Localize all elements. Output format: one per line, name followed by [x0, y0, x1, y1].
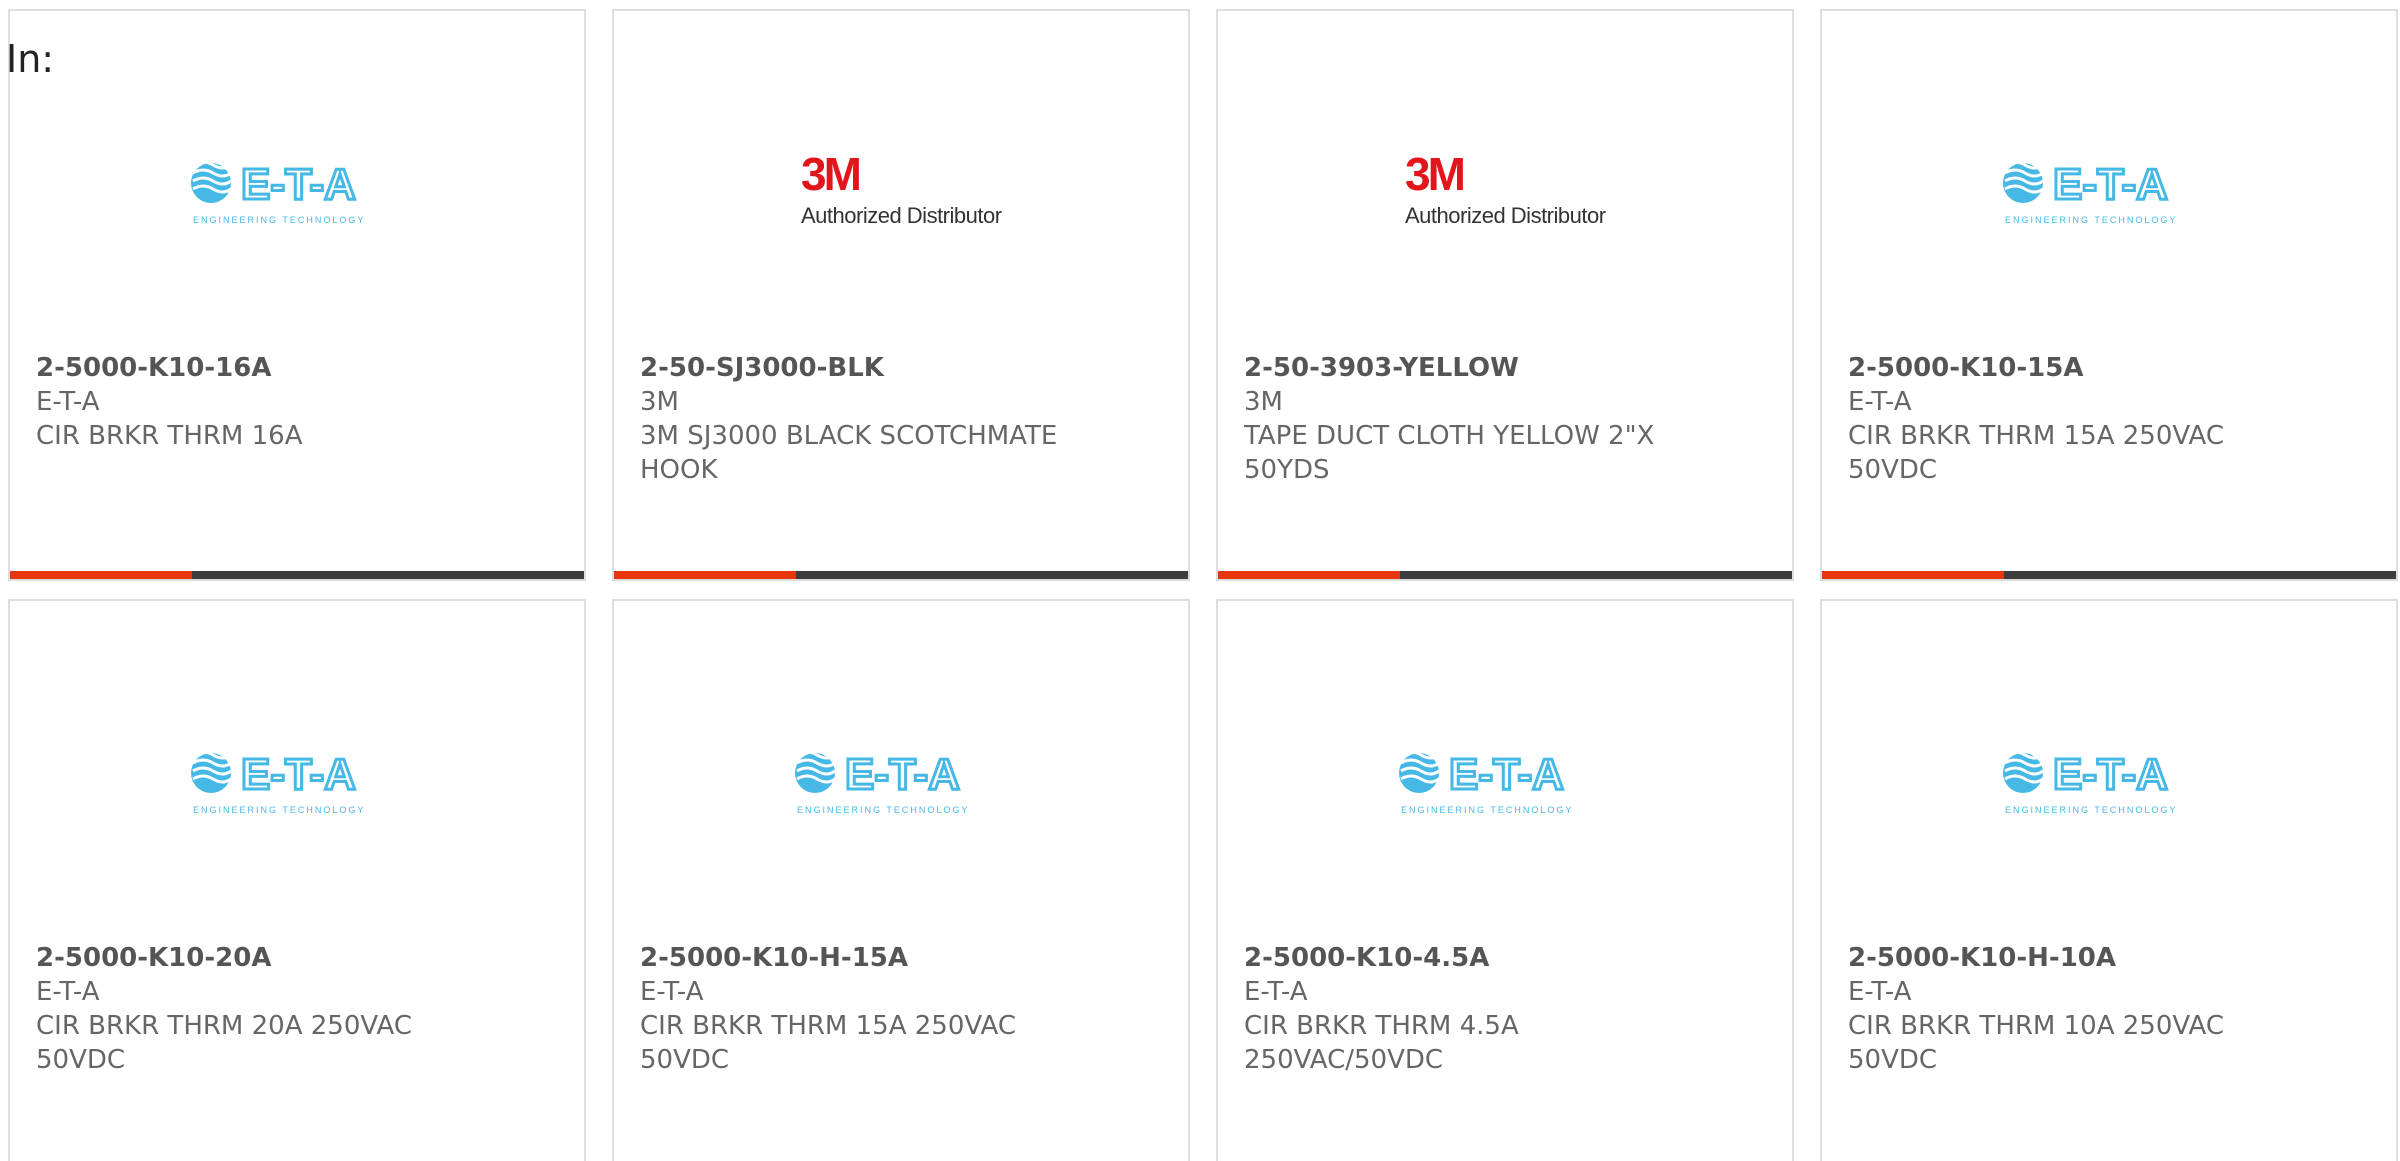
product-card[interactable]: 3M Authorized Distributor 2-50-3903-YELLOW…: [1216, 9, 1794, 581]
eta-logo-icon: E-T-A ENGINEERING TECHNOLOGY: [191, 159, 365, 225]
3m-wordmark: 3M: [1405, 148, 1466, 200]
manufacturer-logo: E-T-A ENGINEERING TECHNOLOGY: [10, 726, 584, 836]
manufacturer-logo: E-T-A ENGINEERING TECHNOLOGY: [1822, 136, 2396, 246]
eta-wordmark: E-T-A: [241, 750, 356, 799]
product-info: 2-5000-K10-4.5A E-T-A CIR BRKR THRM 4.5A 2…: [1244, 941, 1664, 1077]
product-card[interactable]: E-T-A ENGINEERING TECHNOLOGY 2-5000-K10-20…: [8, 599, 586, 1161]
manufacturer-logo: E-T-A ENGINEERING TECHNOLOGY: [1822, 726, 2396, 836]
eta-logo-icon: E-T-A ENGINEERING TECHNOLOGY: [795, 749, 969, 815]
eta-tagline: ENGINEERING TECHNOLOGY: [797, 805, 969, 815]
product-grid-page: In: E-T-A ENGINEERING TECHNOLOGY 2-5000-K1…: [0, 0, 2400, 1161]
product-info: 2-5000-K10-20A E-T-A CIR BRKR THRM 20A 250…: [36, 941, 456, 1077]
eta-logo-icon: E-T-A ENGINEERING TECHNOLOGY: [2003, 749, 2177, 815]
eta-logo-icon: E-T-A ENGINEERING TECHNOLOGY: [2003, 159, 2177, 225]
product-card[interactable]: 3M Authorized Distributor 2-50-SJ3000-BLK 3…: [612, 9, 1190, 581]
product-description: CIR BRKR THRM 15A 250VAC 50VDC: [640, 1011, 1016, 1075]
manufacturer-name: E-T-A: [1848, 387, 1912, 417]
part-number[interactable]: 2-50-3903-YELLOW: [1244, 351, 1664, 385]
card-accent-bar: [10, 571, 584, 579]
3m-wordmark: 3M: [801, 148, 862, 200]
eta-wordmark: E-T-A: [845, 750, 960, 799]
part-number[interactable]: 2-5000-K10-4.5A: [1244, 941, 1664, 975]
eta-wordmark: E-T-A: [241, 160, 356, 209]
product-description: CIR BRKR THRM 10A 250VAC 50VDC: [1848, 1011, 2224, 1075]
accent-bar-dark: [192, 571, 584, 579]
manufacturer-logo: E-T-A ENGINEERING TECHNOLOGY: [10, 136, 584, 246]
product-card[interactable]: E-T-A ENGINEERING TECHNOLOGY 2-5000-K10-4.…: [1216, 599, 1794, 1161]
3m-logo-icon: 3M Authorized Distributor: [1405, 148, 1606, 231]
eta-logo-icon: E-T-A ENGINEERING TECHNOLOGY: [191, 749, 365, 815]
accent-bar-dark: [2004, 571, 2396, 579]
part-number[interactable]: 2-5000-K10-16A: [36, 351, 456, 385]
accent-bar-dark: [1400, 571, 1792, 579]
product-info: 2-5000-K10-16A E-T-A CIR BRKR THRM 16A: [36, 351, 456, 453]
3m-tagline: Authorized Distributor: [1405, 203, 1606, 228]
in-label: In:: [6, 37, 55, 81]
eta-tagline: ENGINEERING TECHNOLOGY: [1401, 805, 1573, 815]
eta-logo-icon: E-T-A ENGINEERING TECHNOLOGY: [1399, 749, 1573, 815]
card-accent-bar: [1218, 571, 1792, 579]
part-number[interactable]: 2-5000-K10-H-10A: [1848, 941, 2268, 975]
product-description: TAPE DUCT CLOTH YELLOW 2"X 50YDS: [1244, 421, 1655, 485]
3m-tagline: Authorized Distributor: [801, 203, 1002, 228]
card-accent-bar: [614, 571, 1188, 579]
manufacturer-name: E-T-A: [36, 977, 100, 1007]
accent-bar-red: [1218, 571, 1400, 579]
manufacturer-name: E-T-A: [36, 387, 100, 417]
product-card[interactable]: E-T-A ENGINEERING TECHNOLOGY 2-5000-K10-H-…: [1820, 599, 2398, 1161]
card-accent-bar: [1822, 571, 2396, 579]
manufacturer-logo: E-T-A ENGINEERING TECHNOLOGY: [614, 726, 1188, 836]
eta-tagline: ENGINEERING TECHNOLOGY: [2005, 215, 2177, 225]
part-number[interactable]: 2-50-SJ3000-BLK: [640, 351, 1060, 385]
eta-wordmark: E-T-A: [1449, 750, 1564, 799]
eta-tagline: ENGINEERING TECHNOLOGY: [2005, 805, 2177, 815]
part-number[interactable]: 2-5000-K10-20A: [36, 941, 456, 975]
product-info: 2-50-3903-YELLOW 3M TAPE DUCT CLOTH YELLOW…: [1244, 351, 1664, 487]
part-number[interactable]: 2-5000-K10-H-15A: [640, 941, 1060, 975]
product-card[interactable]: E-T-A ENGINEERING TECHNOLOGY 2-5000-K10-15…: [1820, 9, 2398, 581]
eta-tagline: ENGINEERING TECHNOLOGY: [193, 215, 365, 225]
product-description: 3M SJ3000 BLACK SCOTCHMATE HOOK: [640, 421, 1058, 485]
product-description: CIR BRKR THRM 16A: [36, 421, 303, 451]
manufacturer-name: E-T-A: [640, 977, 704, 1007]
product-description: CIR BRKR THRM 15A 250VAC 50VDC: [1848, 421, 2224, 485]
manufacturer-name: 3M: [1244, 387, 1283, 417]
manufacturer-logo: 3M Authorized Distributor: [1218, 136, 1792, 246]
accent-bar-red: [1822, 571, 2004, 579]
accent-bar-red: [10, 571, 192, 579]
product-info: 2-5000-K10-H-15A E-T-A CIR BRKR THRM 15A 2…: [640, 941, 1060, 1077]
manufacturer-name: E-T-A: [1848, 977, 1912, 1007]
manufacturer-name: E-T-A: [1244, 977, 1308, 1007]
product-card[interactable]: E-T-A ENGINEERING TECHNOLOGY 2-5000-K10-16…: [8, 9, 586, 581]
accent-bar-red: [614, 571, 796, 579]
product-info: 2-50-SJ3000-BLK 3M 3M SJ3000 BLACK SCOTCHM…: [640, 351, 1060, 487]
eta-wordmark: E-T-A: [2053, 160, 2168, 209]
product-description: CIR BRKR THRM 20A 250VAC 50VDC: [36, 1011, 412, 1075]
manufacturer-name: 3M: [640, 387, 679, 417]
part-number[interactable]: 2-5000-K10-15A: [1848, 351, 2268, 385]
manufacturer-logo: 3M Authorized Distributor: [614, 136, 1188, 246]
eta-tagline: ENGINEERING TECHNOLOGY: [193, 805, 365, 815]
3m-logo-icon: 3M Authorized Distributor: [801, 148, 1002, 231]
product-card[interactable]: E-T-A ENGINEERING TECHNOLOGY 2-5000-K10-H-…: [612, 599, 1190, 1161]
eta-wordmark: E-T-A: [2053, 750, 2168, 799]
product-description: CIR BRKR THRM 4.5A 250VAC/50VDC: [1244, 1011, 1519, 1075]
product-info: 2-5000-K10-15A E-T-A CIR BRKR THRM 15A 250…: [1848, 351, 2268, 487]
accent-bar-dark: [796, 571, 1188, 579]
product-info: 2-5000-K10-H-10A E-T-A CIR BRKR THRM 10A 2…: [1848, 941, 2268, 1077]
manufacturer-logo: E-T-A ENGINEERING TECHNOLOGY: [1218, 726, 1792, 836]
